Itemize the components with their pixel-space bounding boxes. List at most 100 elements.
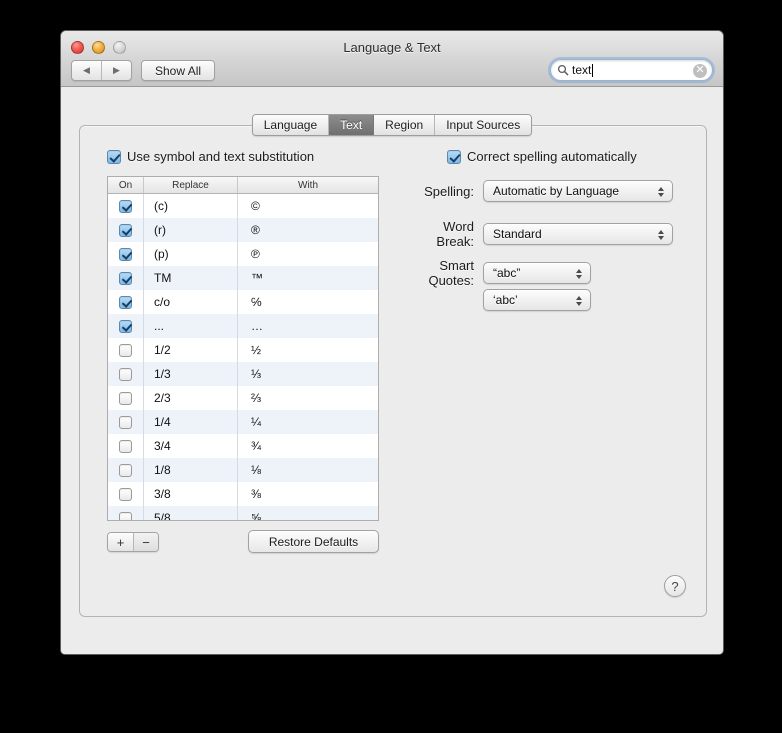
row-replace-cell: (c) [144,194,238,218]
row-enabled-checkbox[interactable] [119,319,132,333]
row-replace-cell: TM [144,266,238,290]
navigation-segmented-control: ◀ ▶ [71,60,132,81]
smart-quotes-single-value: ‘abc’ [493,293,518,307]
tab-text[interactable]: Text [329,115,375,135]
row-on-cell [108,434,144,458]
row-on-cell [108,362,144,386]
restore-defaults-button[interactable]: Restore Defaults [248,530,379,553]
row-on-cell [108,218,144,242]
back-button[interactable]: ◀ [72,61,102,80]
word-break-label: Word Break: [436,219,474,249]
tab-region[interactable]: Region [374,115,436,135]
row-with-cell: ® [251,223,260,237]
search-input[interactable]: text ✕ [550,59,713,81]
search-icon [557,64,569,76]
table-row[interactable]: 1/8 ⅛ [108,458,378,482]
preferences-window: Language & Text ◀ ▶ Show All text ✕ Lang… [60,30,724,655]
window-body: Language Text Region Input Sources Use s… [61,87,723,654]
tab-language[interactable]: Language [252,115,330,135]
spelling-label: Spelling: [424,183,474,199]
clear-search-icon[interactable]: ✕ [693,64,707,78]
stepper-arrows-icon [574,266,583,282]
row-with-cell: ℅ [251,295,262,309]
row-enabled-checkbox[interactable] [119,367,132,381]
word-break-row: Word Break: Standard [410,219,673,249]
use-substitution-checkbox[interactable] [107,149,121,164]
table-row[interactable]: 3/8 ⅜ [108,482,378,506]
row-with-cell: ™ [251,271,263,285]
table-body: (c) © (r) ® (p) ℗ TM ™ c/o ℅...… 1/2 ½ 1/3 ⅓ 2/3 ⅔ 1/4 ¼ 3… [108,194,378,520]
column-header-with: With [298,179,318,191]
row-on-cell [108,410,144,434]
table-row[interactable]: TM ™ [108,266,378,290]
tab-input-sources[interactable]: Input Sources [435,115,532,135]
table-row[interactable]: (r) ® [108,218,378,242]
row-enabled-checkbox[interactable] [119,223,132,237]
stepper-arrows-icon [656,227,665,243]
row-enabled-checkbox[interactable] [119,343,132,357]
row-on-cell [108,242,144,266]
row-replace-cell: (p) [144,242,238,266]
tab-content-panel: Use symbol and text substitution On Repl… [79,125,707,617]
use-substitution-label: Use symbol and text substitution [127,149,315,164]
row-enabled-checkbox[interactable] [119,463,132,477]
table-row[interactable]: 2/3 ⅔ [108,386,378,410]
table-row[interactable]: 1/4 ¼ [108,410,378,434]
spelling-value: Automatic by Language [493,184,620,198]
smart-quotes-double-popup-button[interactable]: “abc” [483,262,591,284]
correct-spelling-checkbox[interactable] [447,149,461,164]
table-row[interactable]: 1/2 ½ [108,338,378,362]
tab-bar: Language Text Region Input Sources [61,114,723,136]
row-enabled-checkbox[interactable] [119,391,132,405]
search-value: text [572,63,592,77]
row-enabled-checkbox[interactable] [119,511,132,520]
table-row[interactable]: 3/4 ¾ [108,434,378,458]
table-row[interactable]: (p) ℗ [108,242,378,266]
row-enabled-checkbox[interactable] [119,415,132,429]
use-substitution-row[interactable]: Use symbol and text substitution [107,149,314,164]
row-with-cell: ⅓ [251,367,262,381]
row-replace-cell: 1/3 [144,362,238,386]
row-with-cell: ℗ [251,247,260,261]
row-enabled-checkbox[interactable] [119,439,132,453]
spelling-row: Spelling: Automatic by Language [410,180,673,202]
row-replace-cell: c/o [144,290,238,314]
row-replace-cell: 1/4 [144,410,238,434]
row-with-cell: ½ [251,343,262,357]
row-on-cell [108,386,144,410]
table-row[interactable]: 5/8 ⅝ [108,506,378,520]
row-enabled-checkbox[interactable] [119,247,132,261]
help-button[interactable]: ? [664,575,686,597]
add-entry-button[interactable]: + [108,533,133,551]
smart-quotes-label: Smart Quotes: [428,258,474,288]
word-break-popup-button[interactable]: Standard [483,223,673,245]
row-enabled-checkbox[interactable] [119,487,132,501]
table-row[interactable]: ...… [108,314,378,338]
forward-button[interactable]: ▶ [102,61,131,80]
stepper-arrows-icon [656,184,665,200]
spelling-popup-button[interactable]: Automatic by Language [483,180,673,202]
row-enabled-checkbox[interactable] [119,271,132,285]
substitution-table[interactable]: On Replace With (c) © (r) ® (p) ℗ TM ™ c/o ℅... … 1… [107,176,379,521]
table-row[interactable]: (c) © [108,194,378,218]
row-enabled-checkbox[interactable] [119,199,132,213]
column-header-replace: Replace [144,177,238,193]
word-break-value: Standard [493,227,542,241]
correct-spelling-label: Correct spelling automatically [467,149,637,164]
search-field-wrapper: text ✕ [548,57,715,83]
stepper-arrows-icon [574,293,583,309]
smart-quotes-single-popup-button[interactable]: ‘abc’ [483,289,591,311]
row-with-cell: ⅛ [251,463,262,477]
window-titlebar: Language & Text ◀ ▶ Show All text ✕ [61,31,723,87]
correct-spelling-row[interactable]: Correct spelling automatically [447,149,637,164]
row-enabled-checkbox[interactable] [119,295,132,309]
row-replace-cell: (r) [144,218,238,242]
smart-quotes-single-row: ‘abc’ [410,289,591,311]
show-all-button[interactable]: Show All [141,60,216,81]
row-with-cell: ¾ [251,439,262,453]
row-replace-cell: 2/3 [144,386,238,410]
tab-group: Language Text Region Input Sources [251,114,533,136]
remove-entry-button[interactable]: − [133,533,158,551]
table-row[interactable]: 1/3 ⅓ [108,362,378,386]
table-row[interactable]: c/o ℅ [108,290,378,314]
